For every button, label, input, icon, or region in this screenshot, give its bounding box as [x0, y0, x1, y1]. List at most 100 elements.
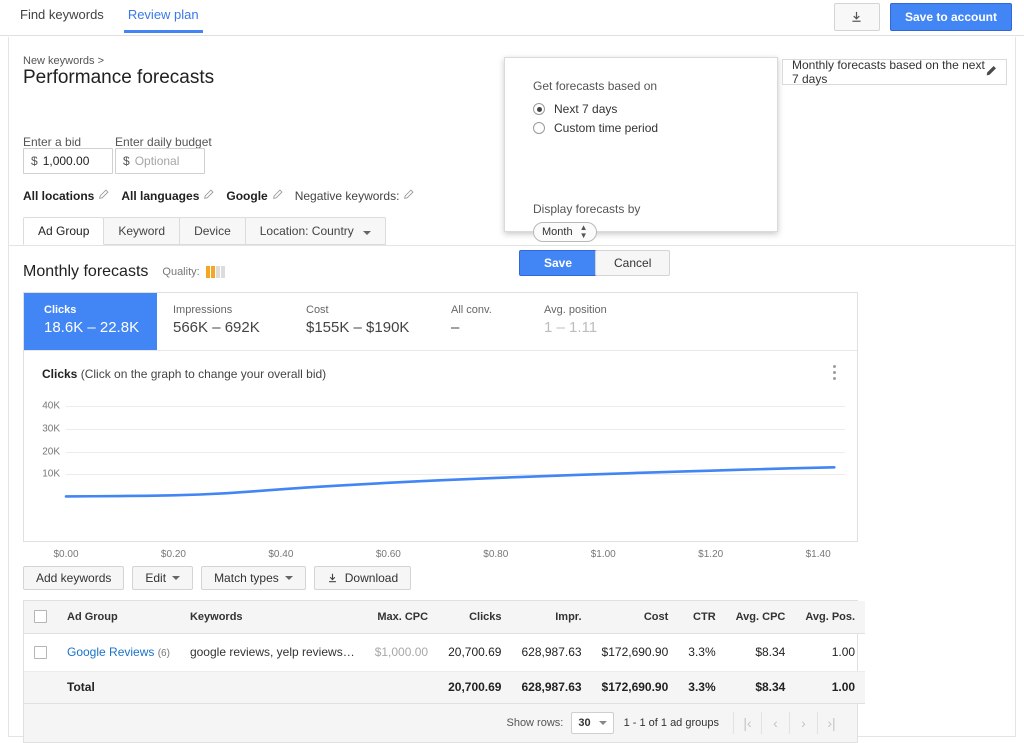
metric-impressions[interactable]: Impressions 566K – 692K [157, 293, 290, 350]
cell-clicks: 20,700.69 [438, 633, 512, 672]
setting-negative-keywords[interactable]: Negative keywords: [295, 189, 400, 203]
setting-network[interactable]: Google [226, 189, 267, 203]
metric-clicks[interactable]: Clicks 18.6K – 22.8K [24, 293, 157, 350]
radio-next-7-days[interactable]: Next 7 days [533, 102, 617, 116]
metric-avg-position[interactable]: Avg. position 1 – 1.11 [528, 293, 678, 350]
chart-svg [64, 466, 836, 498]
chart-options-menu[interactable] [825, 365, 843, 383]
chevron-down-icon [284, 576, 293, 580]
popover-save-button[interactable]: Save [519, 250, 598, 276]
forecast-section-header: Monthly forecasts Quality: [23, 263, 225, 281]
download-table-label: Download [344, 571, 399, 585]
last-page-button[interactable]: ›| [817, 711, 845, 734]
edit-forecast-pencil-icon[interactable] [985, 65, 997, 80]
prev-page-button[interactable]: ‹ [761, 711, 789, 734]
popover-cancel-button[interactable]: Cancel [595, 250, 671, 276]
chart-x-tick-label: $1.20 [698, 549, 724, 560]
add-keywords-label: Add keywords [36, 571, 112, 585]
total-ctr: 3.3% [678, 671, 726, 704]
tab-find-keywords[interactable]: Find keywords [8, 7, 116, 33]
next-page-button[interactable]: › [789, 711, 817, 734]
metric-avg-position-name: Avg. position [544, 304, 607, 316]
column-impr[interactable]: Impr. [511, 601, 592, 634]
ad-group-link[interactable]: Google Reviews [67, 645, 154, 659]
column-select-all [24, 601, 57, 634]
segment-tab-device[interactable]: Device [179, 217, 246, 245]
first-page-button[interactable]: |‹ [733, 711, 761, 734]
setting-languages[interactable]: All languages [121, 189, 199, 203]
segment-tab-location-country-label: Location: Country [259, 224, 354, 238]
segment-tab-ad-group-label: Ad Group [38, 224, 90, 238]
tab-review-plan[interactable]: Review plan [116, 7, 211, 33]
radio-next-7-days-control[interactable] [533, 103, 545, 115]
setting-locations[interactable]: All locations [23, 189, 94, 203]
kebab-dot-2 [832, 371, 836, 374]
segment-tab-location-country[interactable]: Location: Country [244, 217, 387, 245]
metric-clicks-value: 18.6K – 22.8K [44, 319, 140, 336]
column-clicks[interactable]: Clicks [438, 601, 512, 634]
budget-field-label: Enter daily budget [115, 135, 212, 149]
add-keywords-button[interactable]: Add keywords [23, 566, 125, 590]
table-toolbar: Add keywords Edit Match types Download [23, 566, 412, 590]
edit-languages-pencil-icon[interactable] [203, 189, 214, 203]
campaign-settings-row: All locations All languages Google Negat… [23, 189, 426, 203]
rows-per-page-select[interactable]: 30 [571, 711, 614, 734]
display-forecasts-select[interactable]: Month ▲ ▼ [533, 222, 597, 242]
forecast-summary-chip[interactable]: Monthly forecasts based on the next 7 da… [782, 58, 1007, 86]
segment-tab-ad-group[interactable]: Ad Group [23, 217, 105, 245]
segment-tab-keyword-label: Keyword [118, 224, 166, 238]
save-to-account-button[interactable]: Save to account [889, 3, 1012, 31]
spinner-arrows-icon: ▲ ▼ [579, 223, 588, 240]
chart-series-line [64, 466, 836, 498]
match-types-button[interactable]: Match types [201, 566, 306, 590]
save-to-account-label: Save to account [904, 10, 997, 24]
budget-input[interactable]: $ Optional [115, 148, 205, 174]
download-button[interactable] [833, 3, 880, 31]
chevron-down-icon [172, 576, 181, 580]
radio-custom-time-period-control[interactable] [533, 122, 545, 134]
radio-custom-time-period[interactable]: Custom time period [533, 121, 658, 135]
segment-tabs: Ad Group Keyword Device Location: Countr… [23, 217, 387, 245]
quality-bar-1 [205, 266, 210, 278]
top-bar-actions: Save to account [833, 3, 1012, 31]
chart-container[interactable]: Clicks (Click on the graph to change you… [24, 351, 859, 560]
edit-network-pencil-icon[interactable] [272, 189, 283, 203]
column-keywords[interactable]: Keywords [179, 601, 365, 634]
tab-review-plan-label: Review plan [127, 7, 199, 22]
column-max-cpc[interactable]: Max. CPC [364, 601, 439, 634]
segment-tab-keyword[interactable]: Keyword [103, 217, 181, 245]
metric-cost-name: Cost [306, 304, 329, 316]
row-checkbox[interactable] [34, 646, 47, 660]
metric-avg-position-value: 1 – 1.11 [544, 319, 598, 336]
select-all-checkbox[interactable] [34, 610, 47, 624]
column-ctr[interactable]: CTR [678, 601, 726, 634]
metric-clicks-name: Clicks [44, 304, 77, 316]
display-forecasts-heading: Display forecasts by [533, 202, 641, 216]
chart-x-tick-label: $0.00 [53, 549, 79, 560]
kebab-dot-1 [832, 365, 836, 368]
download-table-button[interactable]: Download [313, 566, 412, 590]
forecast-table: Ad Group Keywords Max. CPC Clicks Impr. … [23, 600, 866, 743]
edit-label: Edit [145, 571, 167, 585]
chart-title-hint: (Click on the graph to change your overa… [80, 367, 327, 381]
total-clicks: 20,700.69 [438, 671, 512, 704]
forecast-summary-text: Monthly forecasts based on the next 7 da… [792, 58, 985, 86]
budget-placeholder: Optional [134, 154, 180, 168]
breadcrumb: New keywords > [23, 55, 105, 67]
edit-locations-pencil-icon[interactable] [98, 189, 109, 203]
edit-button[interactable]: Edit [132, 566, 194, 590]
metric-cost[interactable]: Cost $155K – $190K [290, 293, 435, 350]
column-avg-cpc[interactable]: Avg. CPC [725, 601, 796, 634]
column-cost[interactable]: Cost [591, 601, 679, 634]
edit-negative-keywords-pencil-icon[interactable] [403, 189, 414, 203]
cell-max-cpc: $1,000.00 [364, 633, 439, 672]
bid-input[interactable]: $ 1,000.00 [23, 148, 113, 174]
page-title: Performance forecasts [23, 67, 215, 88]
table-row[interactable]: Google Reviews (6) google reviews, yelp … [24, 633, 866, 672]
total-spacer [24, 671, 57, 704]
chart-plot-area[interactable]: 10K 20K 30K 40K $0.00 $0.20 $0.40 $0.60 $0.80 $1.… [24, 395, 859, 560]
cell-cost: $172,690.90 [591, 633, 679, 672]
column-ad-group[interactable]: Ad Group [57, 601, 180, 634]
metric-all-conv[interactable]: All conv. – [435, 293, 528, 350]
column-avg-pos[interactable]: Avg. Pos. [795, 601, 866, 634]
